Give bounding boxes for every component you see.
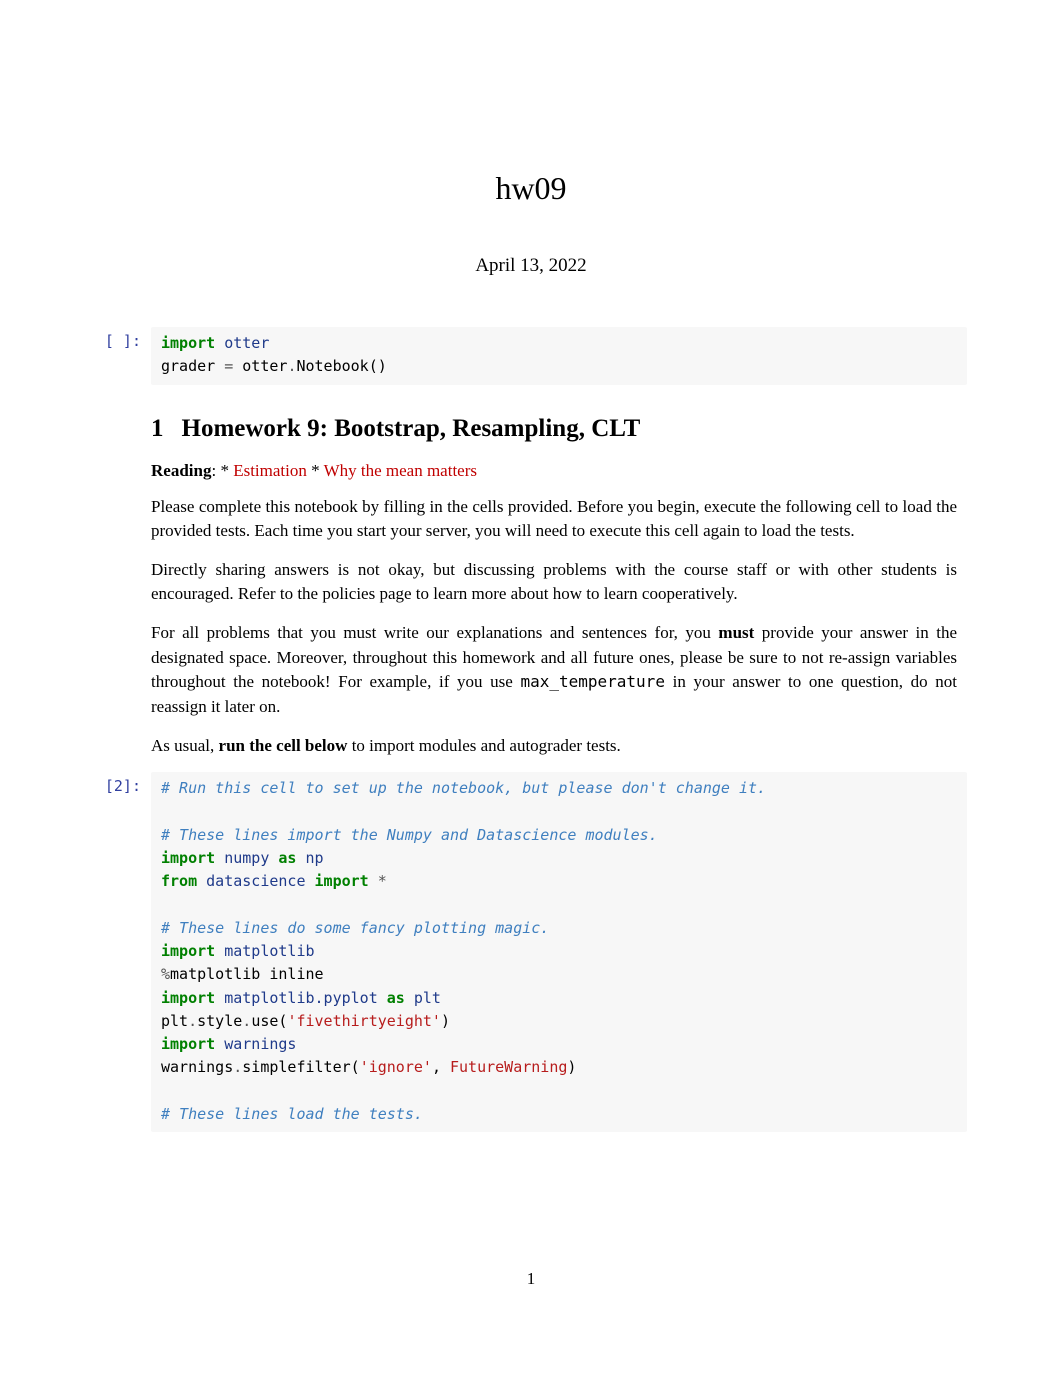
- code-text: ): [567, 1058, 576, 1076]
- code-text: use(: [251, 1012, 287, 1030]
- code-text: ): [441, 1012, 450, 1030]
- alias-plt: plt: [414, 989, 441, 1007]
- keyword-import: import: [161, 849, 215, 867]
- magic-name: matplotlib: [170, 965, 260, 983]
- section-heading: 1 Homework 9: Bootstrap, Resampling, CLT: [151, 415, 957, 443]
- string-literal: 'fivethirtyeight': [287, 1012, 441, 1030]
- cell-prompt: [2]:: [95, 772, 151, 795]
- reading-label: Reading: [151, 461, 211, 480]
- module-matplotlib: matplotlib: [224, 942, 314, 960]
- module-pyplot: matplotlib.pyplot: [224, 989, 378, 1007]
- identifier-grader: grader: [161, 357, 224, 375]
- code-text: Notebook(): [296, 357, 386, 375]
- operator-dot: .: [188, 1012, 197, 1030]
- page-number: 1: [0, 1269, 1062, 1289]
- inline-code: max_temperature: [520, 672, 665, 691]
- text: : *: [211, 461, 233, 480]
- keyword-from: from: [161, 872, 197, 890]
- paragraph: For all problems that you must write our…: [151, 621, 957, 720]
- operator-dot: .: [242, 1012, 251, 1030]
- comment: # Run this cell to set up the notebook, …: [161, 779, 766, 797]
- module-numpy: numpy: [224, 849, 269, 867]
- keyword-as: as: [387, 989, 405, 1007]
- module-warnings: warnings: [224, 1035, 296, 1053]
- keyword-import: import: [161, 989, 215, 1007]
- notebook-page: hw09 April 13, 2022 [ ]: import otter gr…: [0, 0, 1062, 1132]
- module-otter: otter: [224, 334, 269, 352]
- code-text: warnings: [161, 1058, 233, 1076]
- paragraph: Directly sharing answers is not okay, bu…: [151, 558, 957, 607]
- keyword-import: import: [161, 942, 215, 960]
- code-block: import otter grader = otter.Notebook(): [151, 327, 967, 385]
- section-title: Homework 9: Bootstrap, Resampling, CLT: [182, 415, 641, 442]
- operator-star: *: [378, 872, 387, 890]
- string-literal: 'ignore': [360, 1058, 432, 1076]
- bold-text: must: [718, 623, 754, 642]
- comment: # These lines load the tests.: [161, 1105, 423, 1123]
- operator-equals: =: [224, 357, 233, 375]
- comment: # These lines do some fancy plotting mag…: [161, 919, 549, 937]
- keyword-import: import: [161, 1035, 215, 1053]
- text: Please complete this notebook by filling…: [151, 497, 577, 516]
- code-cell-2: [2]: # Run this cell to set up the noteb…: [95, 772, 967, 1132]
- magic-percent: %: [161, 965, 170, 983]
- paragraph: Please complete this notebook by filling…: [151, 495, 957, 544]
- magic-arg: inline: [260, 965, 323, 983]
- reading-line: Reading: * Estimation * Why the mean mat…: [151, 461, 957, 481]
- text: to import modules and autograder tests.: [347, 736, 620, 755]
- keyword-import: import: [315, 872, 369, 890]
- text: *: [307, 461, 324, 480]
- class-futurewarning: FutureWarning: [450, 1058, 567, 1076]
- code-text: otter: [233, 357, 287, 375]
- keyword-as: as: [278, 849, 296, 867]
- code-block: # Run this cell to set up the notebook, …: [151, 772, 967, 1132]
- alias-np: np: [306, 849, 324, 867]
- document-date: April 13, 2022: [95, 255, 967, 277]
- keyword-import: import: [161, 334, 215, 352]
- code-text: simplefilter(: [242, 1058, 359, 1076]
- code-text: plt: [161, 1012, 188, 1030]
- operator-dot: .: [233, 1058, 242, 1076]
- code-text: ,: [432, 1058, 450, 1076]
- code-cell-1: [ ]: import otter grader = otter.Noteboo…: [95, 327, 967, 385]
- module-datascience: datascience: [206, 872, 305, 890]
- link-estimation[interactable]: Estimation: [233, 461, 307, 480]
- markdown-block: 1Homework 9: Bootstrap, Resampling, CLT …: [151, 415, 957, 759]
- code-text: style: [197, 1012, 242, 1030]
- paragraph: As usual, run the cell below to import m…: [151, 734, 957, 759]
- document-title: hw09: [95, 170, 967, 207]
- text: For all problems that you must write our…: [151, 623, 718, 642]
- section-number: 1: [151, 415, 164, 443]
- text: As usual,: [151, 736, 219, 755]
- comment: # These lines import the Numpy and Datas…: [161, 826, 658, 844]
- cell-prompt: [ ]:: [95, 327, 151, 350]
- link-why-the-mean-matters[interactable]: Why the mean matters: [324, 461, 477, 480]
- bold-text: run the cell below: [219, 736, 348, 755]
